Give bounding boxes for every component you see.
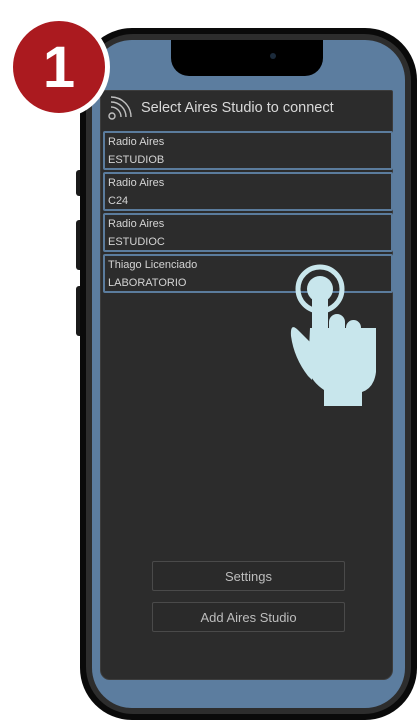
studio-item-estudiob[interactable]: Radio Aires ESTUDIOB xyxy=(103,131,393,170)
studio-name: Radio Aires xyxy=(108,218,165,230)
studio-name: Radio Aires xyxy=(108,177,165,189)
settings-button[interactable]: Settings xyxy=(152,561,345,591)
step-number: 1 xyxy=(42,34,76,100)
front-camera xyxy=(270,53,276,59)
step-number-badge: 1 xyxy=(8,16,110,118)
studio-item-estudioc[interactable]: Radio Aires ESTUDIOC xyxy=(103,213,393,252)
studio-id: ESTUDIOC xyxy=(108,236,165,248)
studio-id: ESTUDIOB xyxy=(108,154,165,166)
app-header: Select Aires Studio to connect xyxy=(101,95,392,121)
signal-icon xyxy=(108,96,132,120)
header-title: Select Aires Studio to connect xyxy=(141,100,334,116)
phone-notch xyxy=(171,40,323,76)
studio-name: Radio Aires xyxy=(108,136,165,148)
studio-item-c24[interactable]: Radio Aires C24 xyxy=(103,172,393,211)
tap-hand-icon xyxy=(290,264,376,406)
add-studio-button[interactable]: Add Aires Studio xyxy=(152,602,345,632)
studio-id: C24 xyxy=(108,195,129,207)
